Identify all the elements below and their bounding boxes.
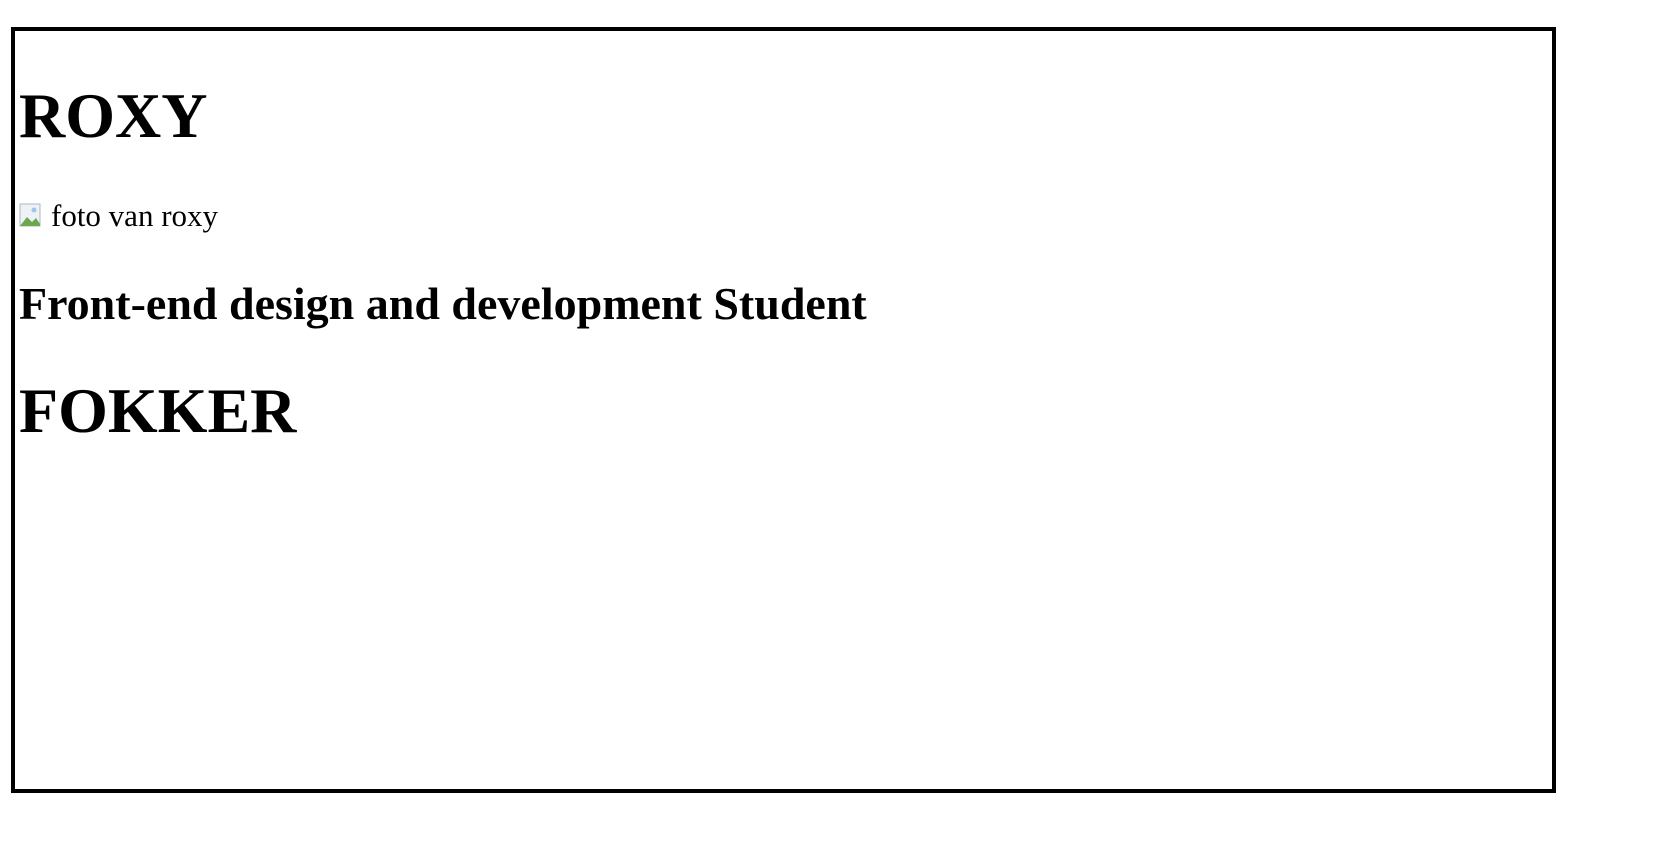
role-subheading: Front-end design and development Student: [19, 278, 867, 329]
last-name-heading: FOKKER: [19, 375, 297, 446]
profile-photo: foto van roxy: [19, 196, 218, 236]
profile-card: ROXY foto van roxy Front-end design and …: [11, 27, 1556, 793]
photo-alt-text: foto van roxy: [51, 198, 219, 233]
first-name-heading: ROXY: [19, 80, 208, 151]
broken-image-icon: [19, 200, 49, 232]
